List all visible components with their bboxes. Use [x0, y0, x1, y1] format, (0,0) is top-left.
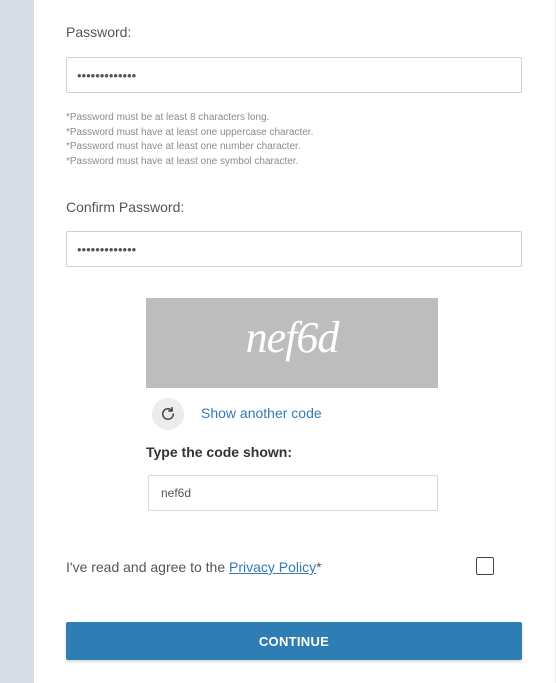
confirm-password-input[interactable] [66, 231, 522, 267]
captcha-image-text: nef6d [245, 313, 340, 362]
registration-form: Password: *Password must be at least 8 c… [34, 0, 556, 683]
password-rule: *Password must have at least one symbol … [66, 155, 299, 167]
refresh-icon [162, 406, 174, 420]
left-sidebar-strip [0, 0, 34, 683]
password-rule: *Password must have at least one upperca… [66, 126, 314, 138]
captcha-input-label: Type the code shown: [146, 444, 292, 460]
password-rule: *Password must have at least one number … [66, 141, 301, 152]
password-rule: *Password must be at least 8 characters … [66, 112, 270, 123]
password-rules: *Password must be at least 8 characters … [66, 111, 313, 169]
show-another-code-link[interactable]: Show another code [201, 405, 322, 421]
captcha-input[interactable] [148, 475, 438, 511]
agreement-text: I've read and agree to the [66, 559, 230, 575]
registration-page: Password: *Password must be at least 8 c… [0, 0, 556, 683]
password-label: Password: [66, 24, 132, 40]
privacy-agreement: I've read and agree to the Privacy Polic… [66, 559, 322, 575]
refresh-captcha-button[interactable] [152, 398, 184, 430]
captcha-image: nef6d [146, 298, 438, 388]
confirm-password-label: Confirm Password: [66, 199, 185, 215]
privacy-policy-link[interactable]: Privacy Policy [229, 559, 316, 575]
privacy-agreement-checkbox[interactable] [476, 557, 494, 575]
continue-button[interactable]: CONTINUE [66, 622, 522, 660]
password-input[interactable] [66, 57, 522, 93]
required-mark: * [316, 559, 322, 575]
